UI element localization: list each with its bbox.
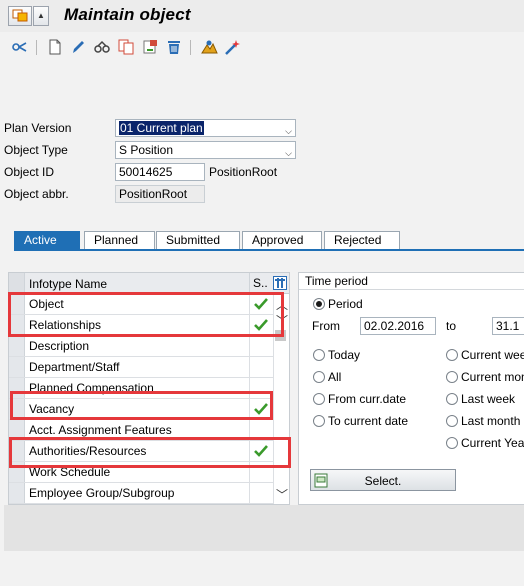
delimit-icon[interactable] <box>141 38 159 56</box>
from-label: From <box>312 319 340 333</box>
table-row[interactable]: Department/Staff <box>9 357 273 378</box>
from-date-field[interactable]: 02.02.2016 <box>360 317 436 335</box>
radio-option-label: Current mon <box>461 370 524 384</box>
status-cell <box>249 336 273 356</box>
page-title: Maintain object <box>64 5 191 24</box>
object-id-label: Object ID <box>4 165 55 179</box>
row-selector[interactable] <box>9 357 25 377</box>
radio-option-label: Last week <box>461 392 516 406</box>
infotype-name: Description <box>29 339 90 353</box>
wizard-icon[interactable] <box>223 38 241 56</box>
select-button-label: Select. <box>364 474 402 488</box>
chevron-down-icon[interactable]: ⌵ <box>285 123 292 136</box>
plan-version-value: 01 Current plan <box>119 121 204 135</box>
radio-option[interactable] <box>446 415 458 427</box>
radio-option-label: Current Yea <box>461 436 524 450</box>
display-icon[interactable] <box>10 38 28 56</box>
plan-version-select[interactable]: 01 Current plan ⌵ <box>115 119 296 137</box>
highlight-box <box>10 391 273 420</box>
time-period-header: Time period <box>299 273 524 290</box>
copy-icon[interactable] <box>117 38 135 56</box>
highlight-box <box>9 437 291 468</box>
sap-menu-icon <box>12 9 28 22</box>
object-abbr-field: PositionRoot <box>115 185 205 203</box>
row-selector[interactable] <box>9 336 25 356</box>
tab-rejected[interactable]: Rejected <box>324 231 400 249</box>
radio-option-label: Today <box>328 348 361 362</box>
toolbar-separator <box>190 40 191 55</box>
table-header: Infotype Name S.. <box>9 273 289 294</box>
status-cell <box>249 483 273 503</box>
radio-period[interactable] <box>313 298 325 310</box>
radio-period-label: Period <box>328 297 363 311</box>
radio-option-label: From curr.date <box>328 392 407 406</box>
radio-option[interactable] <box>313 415 325 427</box>
tab-submitted[interactable]: Submitted <box>156 231 240 249</box>
delete-icon[interactable] <box>165 38 183 56</box>
select-all-cell[interactable] <box>9 273 25 293</box>
radio-option[interactable] <box>446 349 458 361</box>
object-type-value: S Position <box>119 143 174 157</box>
radio-option[interactable] <box>446 393 458 405</box>
infotype-name: Department/Staff <box>29 360 120 374</box>
column-header-infotype-name[interactable]: Infotype Name <box>29 277 107 291</box>
system-menu-button[interactable] <box>8 6 32 26</box>
chevron-down-icon[interactable]: ﹀ <box>276 486 288 503</box>
to-label: to <box>446 319 457 333</box>
structure-icon[interactable] <box>200 38 218 56</box>
radio-option[interactable] <box>313 393 325 405</box>
highlight-box <box>8 292 284 337</box>
radio-option[interactable] <box>446 437 458 449</box>
toolbar-separator <box>36 40 37 55</box>
object-abbr-label: Object abbr. <box>4 187 69 201</box>
time-period-title: Time period <box>305 274 368 288</box>
plan-version-label: Plan Version <box>4 121 72 135</box>
select-button[interactable]: Select. <box>310 469 456 491</box>
radio-option[interactable] <box>313 349 325 361</box>
table-row[interactable]: Description <box>9 336 273 357</box>
tab-planned[interactable]: Planned <box>84 231 155 249</box>
row-selector[interactable] <box>9 483 25 503</box>
footer-area <box>4 505 524 551</box>
radio-option-label: Last month <box>461 414 521 428</box>
chevron-down-icon[interactable]: ⌵ <box>285 145 292 158</box>
status-cell <box>249 357 273 377</box>
column-header-status[interactable]: S.. <box>249 273 273 293</box>
to-date-field[interactable]: 31.1 <box>492 317 524 335</box>
tab-active[interactable]: Active <box>14 231 80 249</box>
radio-option-label: All <box>328 370 342 384</box>
infotype-name: Acct. Assignment Features <box>29 423 172 437</box>
create-icon[interactable] <box>46 38 64 56</box>
infotype-name: Employee Group/Subgroup <box>29 486 175 500</box>
table-row[interactable]: Employee Group/Subgroup <box>9 483 273 504</box>
radio-option-label: Current wee <box>461 348 524 362</box>
radio-option-label: To current date <box>328 414 409 428</box>
menu-caret-icon[interactable]: ▲ <box>33 6 49 26</box>
object-id-text: PositionRoot <box>209 165 278 179</box>
overview-icon[interactable] <box>93 38 111 56</box>
object-id-field[interactable]: 50014625 <box>115 163 205 181</box>
object-type-select[interactable]: S Position ⌵ <box>115 141 296 159</box>
radio-option[interactable] <box>446 371 458 383</box>
change-icon[interactable] <box>69 38 87 56</box>
tab-strip-underline <box>14 249 524 251</box>
object-type-label: Object Type <box>4 143 68 157</box>
radio-option[interactable] <box>313 371 325 383</box>
column-settings-icon[interactable] <box>273 276 287 290</box>
tab-approved[interactable]: Approved <box>242 231 322 249</box>
